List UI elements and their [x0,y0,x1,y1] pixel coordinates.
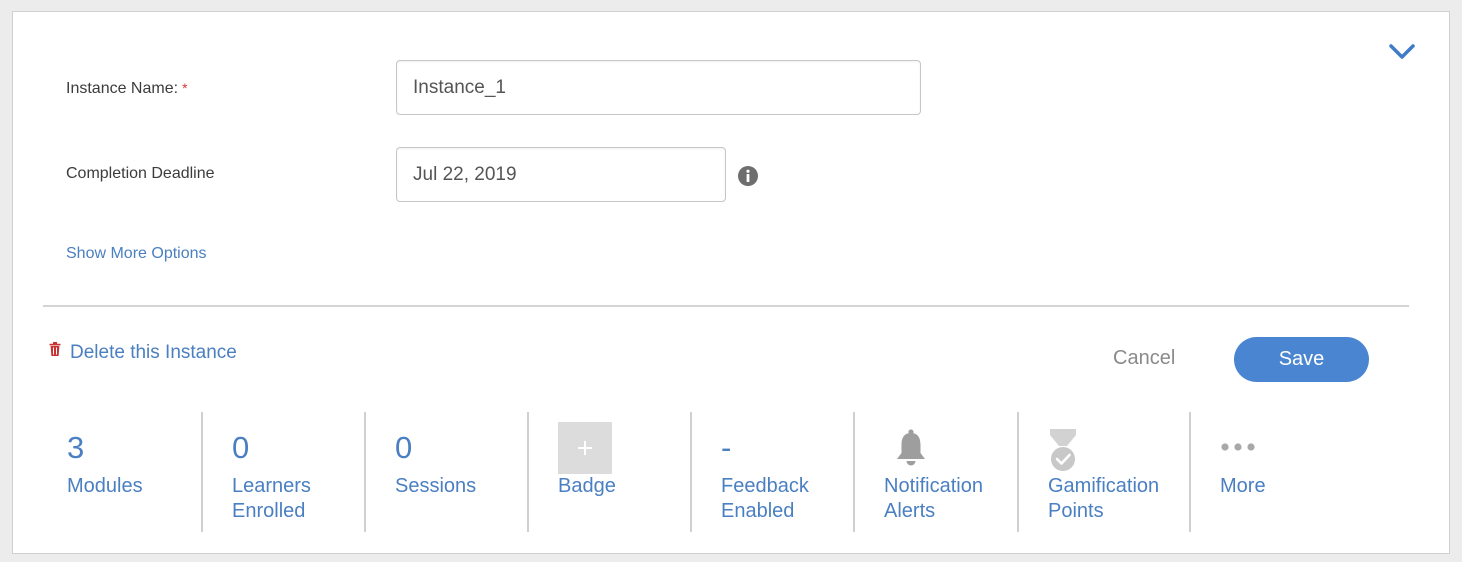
gamification-label: Gamification Points [1048,474,1159,524]
feedback-label: Feedback Enabled [721,474,809,524]
stat-separator [853,412,855,532]
gamification-label-line-2: Points [1048,500,1104,522]
learners-label-line-1: Learners [232,475,311,497]
sessions-label: Sessions [395,475,477,497]
gamification-label-line-1: Gamification [1048,475,1160,497]
notification-label-line-2: Alerts [884,500,936,522]
badge-add-icon[interactable] [558,422,612,474]
completion-deadline-label: Completion Deadline [66,165,215,182]
instance-card: Instance Name: * Instance_1 Completion De… [12,11,1450,554]
stat-learners-enrolled[interactable]: 0 Learners Enrolled [232,412,362,532]
instance-name-label-text: Instance Name: [66,80,179,97]
stat-separator [1017,412,1019,532]
feedback-value: - [721,430,732,465]
notification-label: Notification Alerts [884,474,983,524]
cancel-button[interactable]: Cancel [1113,347,1175,370]
learners-count: 0 [232,430,250,465]
stat-more[interactable]: More [1220,412,1330,532]
stat-sessions[interactable]: 0 Sessions [395,412,525,532]
sessions-count: 0 [395,430,413,465]
completion-deadline-input[interactable]: Jul 22, 2019 [396,147,726,202]
modules-label: Modules [67,475,143,497]
learners-label: Learners Enrolled [232,474,311,524]
badge-label: Badge [558,475,616,497]
stat-modules[interactable]: 3 Modules [67,412,197,532]
stat-notification-alerts[interactable]: Notification Alerts [884,412,1024,532]
ellipsis-icon [1221,443,1255,451]
info-icon[interactable] [737,165,759,187]
notification-label-line-1: Notification [884,475,983,497]
bell-icon [897,429,925,466]
stat-badge[interactable]: Badge [558,412,688,532]
stat-gamification-points[interactable]: Gamification Points [1048,412,1188,532]
show-more-options-link[interactable]: Show More Options [66,245,207,263]
divider [43,305,1409,307]
learners-label-line-2: Enrolled [232,500,306,522]
more-label: More [1220,475,1266,497]
medal-icon [1050,429,1076,471]
chevron-down-icon[interactable] [1387,38,1417,64]
feedback-label-line-2: Enabled [721,500,795,522]
instance-name-label: Instance Name: * [66,80,188,98]
stat-separator [201,412,203,532]
save-button[interactable]: Save [1234,337,1369,382]
instance-name-input[interactable]: Instance_1 [396,60,921,115]
delete-instance-link[interactable]: Delete this Instance [70,342,237,364]
stat-separator [1189,412,1191,532]
feedback-label-line-1: Feedback [721,475,809,497]
trash-icon[interactable] [49,342,61,356]
required-marker: * [182,80,188,96]
modules-count: 3 [67,430,85,465]
stat-separator [364,412,366,532]
stat-feedback[interactable]: - Feedback Enabled [721,412,851,532]
stat-separator [527,412,529,532]
stat-separator [690,412,692,532]
